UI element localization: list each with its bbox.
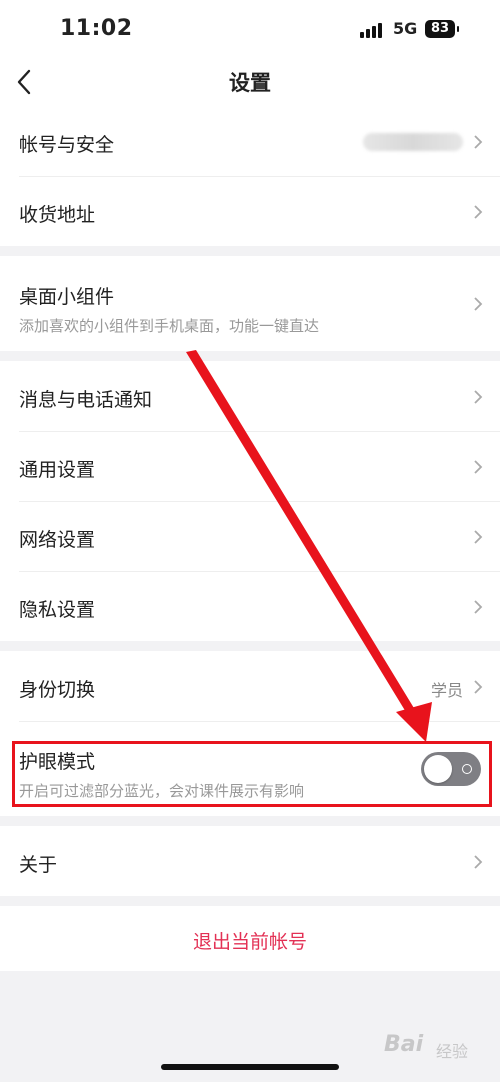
chevron-right-icon (474, 205, 483, 219)
network-settings-item[interactable]: 网络设置 (0, 501, 500, 571)
watermark-logo: Bai (384, 1032, 424, 1057)
row-label: 收货地址 (19, 204, 96, 226)
chevron-right-icon (474, 390, 483, 404)
network-type: 5G (393, 19, 418, 38)
chevron-right-icon (474, 855, 483, 869)
shipping-address-item[interactable]: 收货地址 (0, 176, 500, 246)
status-bar: 11:02 5G 83 (0, 0, 500, 62)
battery-icon: 83 (425, 20, 459, 38)
about-item[interactable]: 关于 (0, 826, 500, 896)
signal-icon (360, 22, 382, 38)
chevron-right-icon (474, 135, 483, 149)
account-value-redacted (363, 133, 463, 151)
chevron-right-icon (474, 460, 483, 474)
row-subtitle: 添加喜欢的小组件到手机桌面，功能一键直达 (19, 317, 320, 335)
row-label: 网络设置 (19, 529, 96, 551)
row-label: 身份切换 (19, 679, 96, 701)
logout-button[interactable]: 退出当前帐号 (0, 927, 500, 954)
desktop-widget-item[interactable]: 桌面小组件 添加喜欢的小组件到手机桌面，功能一键直达 (0, 256, 500, 351)
general-settings-item[interactable]: 通用设置 (0, 431, 500, 501)
watermark-sub: 经验 (436, 1042, 469, 1061)
row-label: 帐号与安全 (19, 134, 115, 156)
privacy-settings-item[interactable]: 隐私设置 (0, 571, 500, 641)
row-label: 桌面小组件 (19, 286, 115, 308)
status-time: 11:02 (60, 16, 133, 41)
chevron-right-icon (474, 530, 483, 544)
identity-switch-item[interactable]: 身份切换 学员 (0, 651, 500, 721)
row-label: 关于 (19, 854, 58, 876)
home-indicator (161, 1064, 339, 1070)
chevron-right-icon (474, 680, 483, 694)
row-label: 隐私设置 (19, 599, 96, 621)
highlight-box (12, 741, 492, 807)
row-label: 通用设置 (19, 459, 96, 481)
page-title: 设置 (229, 71, 271, 95)
battery-level: 83 (430, 21, 450, 36)
account-security-item[interactable]: 帐号与安全 (0, 106, 500, 176)
nav-bar: 设置 (0, 62, 500, 106)
chevron-right-icon (474, 297, 483, 311)
row-label: 消息与电话通知 (19, 389, 153, 411)
message-notification-item[interactable]: 消息与电话通知 (0, 361, 500, 431)
identity-value: 学员 (431, 681, 464, 700)
chevron-right-icon (474, 600, 483, 614)
